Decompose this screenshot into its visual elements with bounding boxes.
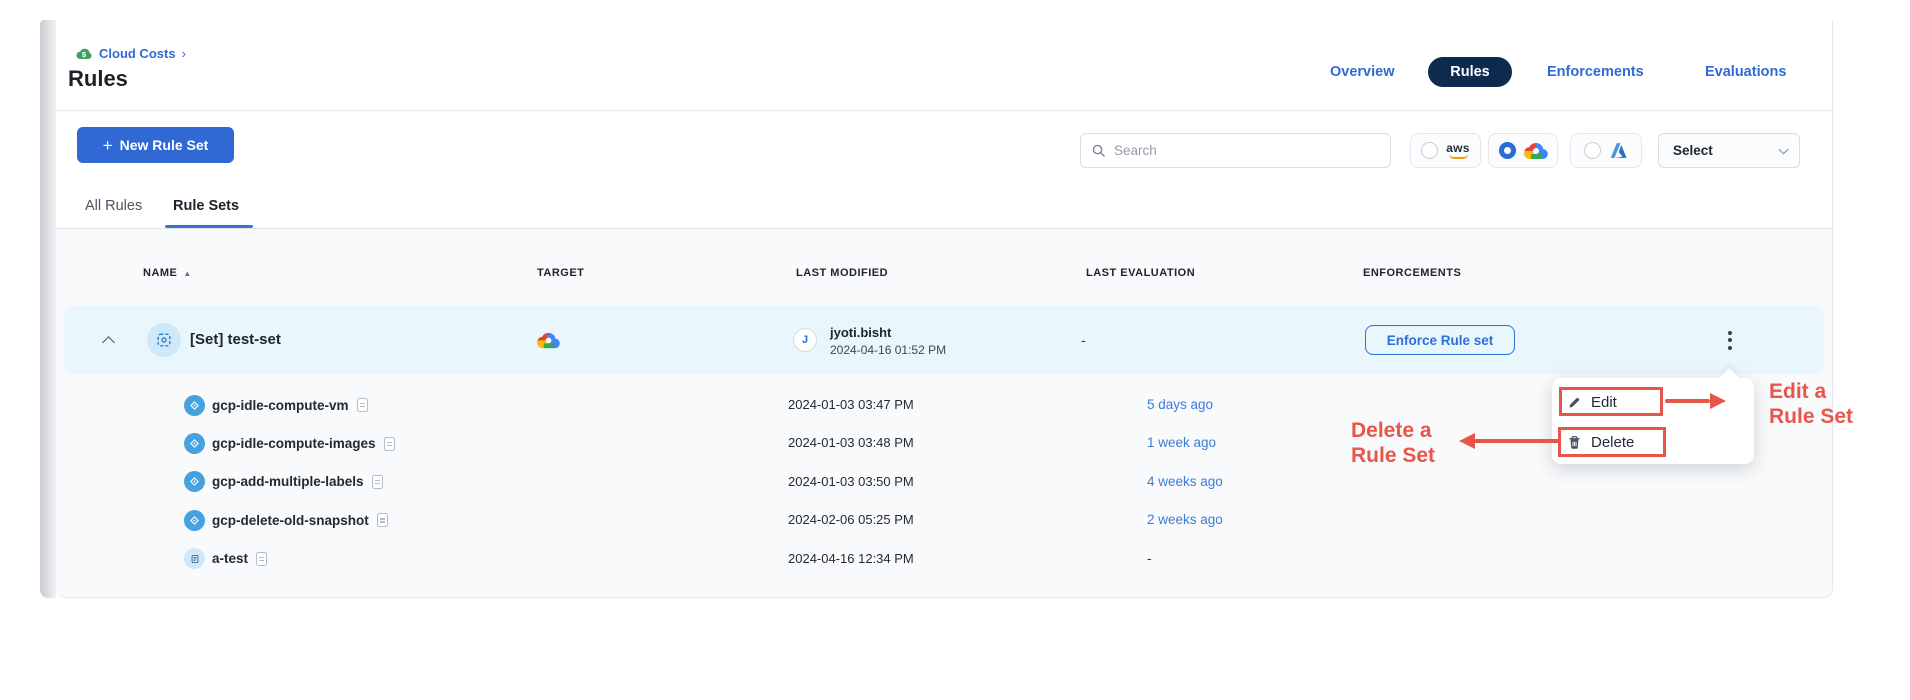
rule-last-evaluation-link[interactable]: 5 days ago: [1147, 397, 1213, 412]
page-title: Rules: [68, 66, 128, 92]
aws-logo-icon: aws: [1446, 143, 1470, 159]
left-edge-shadow: [40, 20, 56, 598]
rule-set-row[interactable]: [Set] test-set J jyoti.bisht 2024-04-16 …: [64, 306, 1824, 374]
edit-arrow: [1665, 399, 1710, 403]
tab-rule-sets[interactable]: Rule Sets: [173, 198, 239, 214]
enforce-rule-set-button[interactable]: Enforce Rule set: [1365, 325, 1515, 355]
collapse-chevron-icon[interactable]: [102, 336, 115, 349]
column-header-name[interactable]: NAME ▲: [143, 267, 192, 279]
radio-unchecked-icon: [1584, 142, 1601, 159]
sort-asc-icon: ▲: [183, 269, 191, 278]
svg-text:$: $: [82, 50, 87, 59]
tab-all-rules[interactable]: All Rules: [85, 198, 142, 214]
edit-arrowhead-icon: [1710, 393, 1726, 409]
new-rule-set-button[interactable]: + New Rule Set: [77, 127, 234, 163]
rule-icon: [184, 548, 205, 569]
rule-last-evaluation: -: [1147, 551, 1152, 566]
filter-toggle-aws[interactable]: aws: [1410, 133, 1481, 168]
azure-logo-icon: [1609, 142, 1628, 159]
search-box: [1080, 133, 1391, 168]
rule-last-modified: 2024-01-03 03:50 PM: [788, 474, 914, 489]
column-header-enforcements: ENFORCEMENTS: [1363, 267, 1461, 279]
filter-toggle-gcp[interactable]: [1488, 133, 1558, 168]
rule-name[interactable]: a-test: [212, 551, 248, 566]
copy-icon[interactable]: [377, 513, 388, 527]
delete-highlight-box: [1558, 427, 1666, 457]
copy-icon[interactable]: [256, 552, 267, 566]
new-rule-set-label: New Rule Set: [120, 137, 209, 153]
rule-name[interactable]: gcp-add-multiple-labels: [212, 474, 364, 489]
copy-icon[interactable]: [384, 437, 395, 451]
delete-arrow: [1474, 439, 1560, 443]
rule-last-modified: 2024-04-16 12:34 PM: [788, 551, 914, 566]
rule-icon: [184, 471, 205, 492]
perspective-select[interactable]: Select: [1658, 133, 1800, 168]
app-canvas: $ Cloud Costs › Rules Overview Rules Enf…: [0, 0, 1910, 700]
gcp-target-icon: [537, 329, 560, 352]
rules-page: $ Cloud Costs › Rules Overview Rules Enf…: [56, 20, 1833, 598]
edit-annotation: Edit a Rule Set: [1769, 379, 1853, 429]
rule-last-modified: 2024-01-03 03:48 PM: [788, 435, 914, 450]
rule-icon: [184, 395, 205, 416]
tab-evaluations[interactable]: Evaluations: [1705, 57, 1786, 87]
rule-last-evaluation-link[interactable]: 4 weeks ago: [1147, 474, 1223, 489]
filter-toggle-azure[interactable]: [1570, 133, 1642, 168]
table-row[interactable]: gcp-add-multiple-labels 2024-01-03 03:50…: [56, 463, 1832, 501]
rule-last-evaluation-link[interactable]: 1 week ago: [1147, 435, 1216, 450]
plus-icon: +: [103, 137, 113, 154]
user-avatar: J: [793, 328, 817, 352]
copy-icon[interactable]: [357, 398, 368, 412]
modified-by: jyoti.bisht: [830, 325, 891, 340]
chevron-down-icon: [1779, 144, 1789, 154]
tab-enforcements[interactable]: Enforcements: [1547, 57, 1644, 87]
kebab-menu-icon[interactable]: [1718, 325, 1742, 355]
select-value: Select: [1673, 143, 1713, 158]
breadcrumb: $ Cloud Costs ›: [75, 44, 186, 62]
breadcrumb-link[interactable]: Cloud Costs: [99, 46, 176, 61]
search-icon: [1091, 143, 1106, 158]
rule-set-avatar-icon: [147, 323, 181, 357]
breadcrumb-chevron-icon: ›: [182, 46, 186, 61]
last-evaluation-value: -: [1081, 332, 1086, 348]
tab-rules[interactable]: Rules: [1428, 57, 1512, 87]
rule-icon: [184, 433, 205, 454]
radio-checked-icon: [1499, 142, 1516, 159]
delete-arrowhead-icon: [1459, 433, 1475, 449]
rule-icon: [184, 510, 205, 531]
rule-last-modified: 2024-01-03 03:47 PM: [788, 397, 914, 412]
modified-at: 2024-04-16 01:52 PM: [830, 343, 946, 357]
search-input[interactable]: [1114, 143, 1380, 158]
gcp-logo-icon: [1524, 139, 1548, 163]
rule-name[interactable]: gcp-idle-compute-images: [212, 436, 376, 451]
copy-icon[interactable]: [372, 475, 383, 489]
rule-set-name[interactable]: [Set] test-set: [190, 331, 281, 348]
column-header-target: TARGET: [537, 267, 584, 279]
edit-highlight-box: [1559, 387, 1663, 416]
tab-overview[interactable]: Overview: [1330, 57, 1395, 87]
column-header-last-modified: LAST MODIFIED: [796, 267, 888, 279]
table-row[interactable]: gcp-delete-old-snapshot 2024-02-06 05:25…: [56, 501, 1832, 539]
cloud-costs-icon: $: [75, 47, 93, 60]
delete-annotation: Delete a Rule Set: [1351, 418, 1435, 468]
rule-name[interactable]: gcp-idle-compute-vm: [212, 398, 349, 413]
column-header-last-evaluation: LAST EVALUATION: [1086, 267, 1195, 279]
rule-name[interactable]: gcp-delete-old-snapshot: [212, 513, 369, 528]
radio-unchecked-icon: [1421, 142, 1438, 159]
table-row[interactable]: a-test 2024-04-16 12:34 PM -: [56, 540, 1832, 578]
rule-last-modified: 2024-02-06 05:25 PM: [788, 512, 914, 527]
rule-last-evaluation-link[interactable]: 2 weeks ago: [1147, 512, 1223, 527]
header-divider: [56, 110, 1832, 111]
